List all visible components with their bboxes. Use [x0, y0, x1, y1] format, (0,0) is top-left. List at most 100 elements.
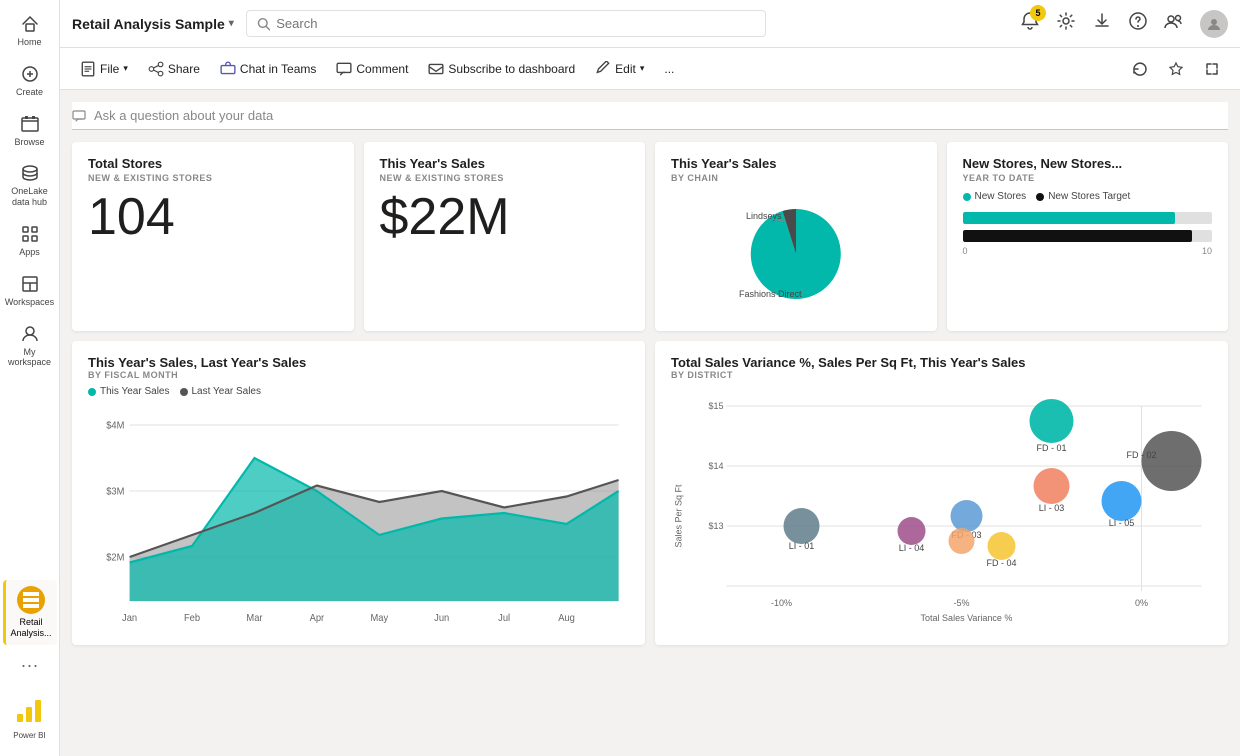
help-button[interactable]	[1128, 11, 1148, 36]
x-mar: Mar	[246, 613, 263, 623]
sidebar-item-my-workspace[interactable]: Myworkspace	[3, 318, 57, 375]
search-box[interactable]	[246, 10, 766, 37]
bubble-fd01[interactable]	[1030, 399, 1074, 443]
area-chart-subtitle: BY FISCAL MONTH	[88, 370, 629, 380]
area-chart-legend: This Year Sales Last Year Sales	[88, 386, 629, 397]
search-input[interactable]	[276, 16, 755, 31]
edit-chevron-icon: ▾	[640, 63, 645, 74]
legend-label-new-stores: New Stores	[975, 191, 1027, 202]
sidebar-item-browse[interactable]: Browse	[3, 108, 57, 154]
subscribe-icon	[428, 61, 444, 77]
sidebar-item-workspaces[interactable]: Workspaces	[3, 268, 57, 314]
label-fd02: FD - 02	[1127, 450, 1157, 460]
sidebar-item-browse-label: Browse	[14, 137, 44, 148]
sidebar: Home Create Browse OneLakedata hub Apps …	[0, 0, 60, 756]
card-title: This Year's Sales	[380, 156, 630, 171]
pie-label-fashions: Fashions Direct	[739, 289, 802, 299]
file-button[interactable]: File ▾	[72, 57, 136, 81]
notification-button[interactable]: 5	[1020, 11, 1040, 36]
chat-teams-button[interactable]: Chat in Teams	[212, 57, 324, 81]
power-bi-icon	[13, 694, 45, 726]
report-title: Retail Analysis Sample ▾	[72, 16, 234, 32]
topbar: Retail Analysis Sample ▾ 5	[60, 0, 1240, 48]
scatter-chart-subtitle: BY DISTRICT	[671, 370, 1212, 380]
more-button[interactable]: ...	[656, 58, 682, 80]
legend-label-this-year: This Year Sales	[100, 386, 170, 397]
sidebar-item-onelake-label: OneLakedata hub	[11, 186, 48, 208]
x-0: 0%	[1135, 598, 1148, 608]
sidebar-item-create[interactable]: Create	[3, 58, 57, 104]
comment-label: Comment	[356, 62, 408, 76]
actionbar-right	[1124, 57, 1228, 81]
legend-this-year: This Year Sales	[88, 386, 170, 397]
settings-button[interactable]	[1056, 11, 1076, 36]
bar-axis: 0 10	[963, 246, 1213, 256]
edit-button[interactable]: Edit ▾	[587, 57, 652, 81]
apps-icon	[20, 224, 40, 244]
share-people-button[interactable]	[1164, 11, 1184, 36]
sidebar-more-button[interactable]: ···	[15, 649, 45, 682]
people-icon	[1164, 11, 1184, 31]
area-chart-title: This Year's Sales, Last Year's Sales	[88, 355, 629, 370]
bubble-li04[interactable]	[898, 517, 926, 545]
ask-question-bar[interactable]: Ask a question about your data	[72, 102, 1228, 130]
charts-row: This Year's Sales, Last Year's Sales BY …	[72, 341, 1228, 645]
sidebar-item-apps[interactable]: Apps	[3, 218, 57, 264]
label-li01: LI - 01	[789, 541, 815, 551]
bar-fill-target	[963, 230, 1193, 242]
user-avatar[interactable]	[1200, 10, 1228, 38]
label-li05: LI - 05	[1109, 518, 1135, 528]
bubble-li05[interactable]	[1102, 481, 1142, 521]
actionbar: File ▾ Share Chat in Teams Comment Subsc…	[60, 48, 1240, 90]
more-label: ...	[664, 62, 674, 76]
bubble-li03[interactable]	[1034, 468, 1070, 504]
x-feb: Feb	[184, 613, 200, 623]
chat-teams-label: Chat in Teams	[240, 62, 316, 76]
label-fd04: FD - 04	[986, 558, 1016, 568]
avatar-icon	[1206, 16, 1222, 32]
legend-dot-new-stores	[963, 193, 971, 201]
notification-badge: 5	[1030, 5, 1046, 21]
bubble-fd03[interactable]	[951, 500, 983, 532]
sidebar-item-retail[interactable]: RetailAnalysis...	[3, 580, 57, 645]
sidebar-item-home[interactable]: Home	[3, 8, 57, 54]
cards-row: Total Stores NEW & EXISTING STORES 104 T…	[72, 142, 1228, 331]
favorite-button[interactable]	[1160, 57, 1192, 81]
create-icon	[20, 64, 40, 84]
sidebar-item-onelake[interactable]: OneLakedata hub	[3, 157, 57, 214]
y-14: $14	[708, 461, 723, 471]
card-this-years-sales: This Year's Sales NEW & EXISTING STORES …	[364, 142, 646, 331]
fullscreen-button[interactable]	[1196, 57, 1228, 81]
legend-last-year: Last Year Sales	[180, 386, 262, 397]
bar-track-new-stores	[963, 212, 1213, 224]
pie-chart-container: Lindseys Fashions Direct	[671, 191, 921, 317]
bubble-li02[interactable]	[949, 528, 975, 554]
x-jul: Jul	[498, 613, 510, 623]
chart-area: This Year's Sales, Last Year's Sales BY …	[72, 341, 645, 645]
edit-icon	[595, 61, 611, 77]
search-icon	[257, 17, 270, 31]
bubble-fd02[interactable]	[1142, 431, 1202, 491]
bubble-li01[interactable]	[784, 508, 820, 544]
title-chevron-icon[interactable]: ▾	[229, 18, 234, 29]
sidebar-power-bi-logo: Power BI	[13, 686, 45, 748]
retail-icon	[17, 586, 45, 614]
axis-10: 10	[1202, 246, 1212, 256]
content-area: Ask a question about your data Total Sto…	[60, 90, 1240, 756]
subscribe-button[interactable]: Subscribe to dashboard	[420, 57, 583, 81]
x-aug: Aug	[558, 613, 575, 623]
refresh-button[interactable]	[1124, 57, 1156, 81]
star-icon	[1168, 61, 1184, 77]
comment-button[interactable]: Comment	[328, 57, 416, 81]
card-value: 104	[88, 191, 338, 243]
bubble-fd04[interactable]	[988, 532, 1016, 560]
share-button[interactable]: Share	[140, 57, 208, 81]
area-chart-svg: $4M $3M $2M Jan Feb Mar Apr May	[88, 403, 629, 623]
pie-label-lindseys: Lindseys	[746, 211, 782, 221]
database-icon	[20, 163, 40, 183]
chart-scatter: Total Sales Variance %, Sales Per Sq Ft,…	[655, 341, 1228, 645]
file-chevron-icon: ▾	[123, 63, 128, 74]
sidebar-item-my-workspace-label: Myworkspace	[8, 347, 51, 369]
download-button[interactable]	[1092, 11, 1112, 36]
file-label: File	[100, 62, 119, 76]
